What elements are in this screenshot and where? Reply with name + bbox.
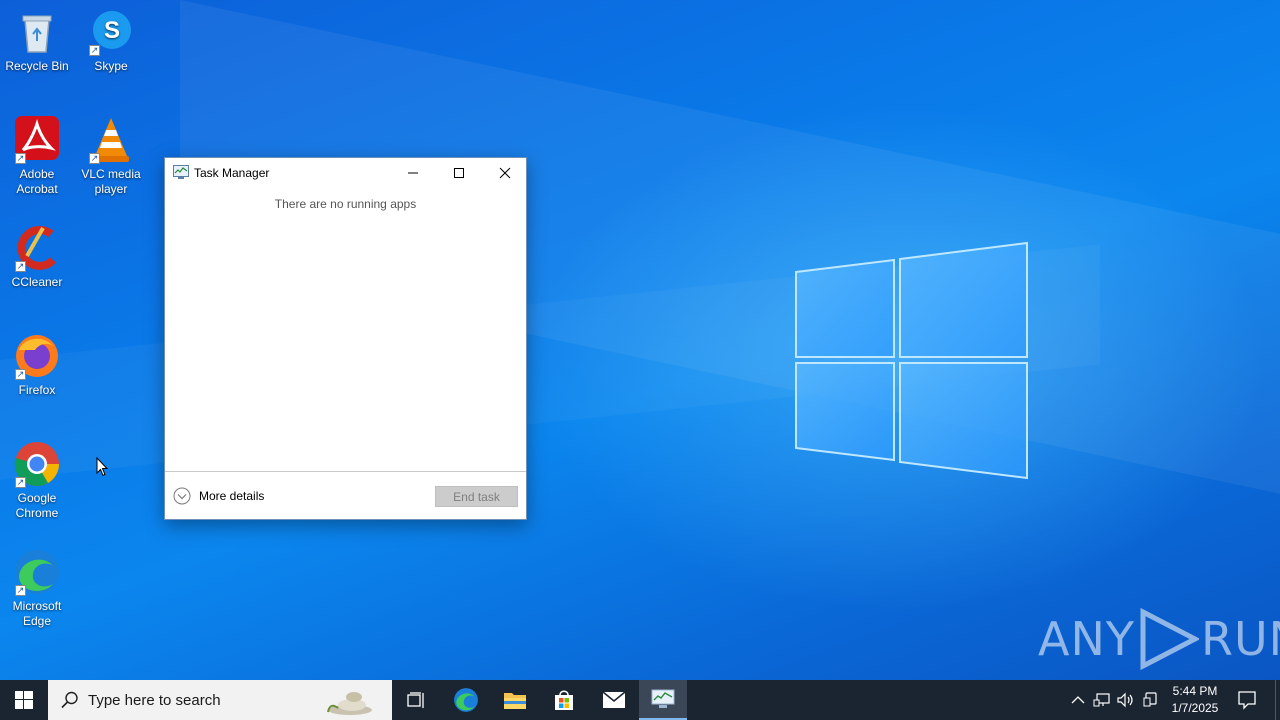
- maximize-icon: [454, 168, 464, 178]
- notification-center-icon[interactable]: [1236, 689, 1258, 711]
- clock-time: 5:44 PM: [1172, 684, 1218, 698]
- volume-tray-button[interactable]: [1116, 690, 1136, 710]
- desktop-icon-ccleaner[interactable]: ↗ CCleaner: [0, 224, 74, 290]
- anyrun-watermark: ANY RUN: [1038, 604, 1280, 674]
- taskbar-store[interactable]: [540, 680, 588, 720]
- windows-logo-wallpaper: [795, 241, 1028, 480]
- task-manager-icon: [651, 689, 675, 708]
- file-explorer-icon: [504, 693, 526, 709]
- edge-icon: [454, 688, 478, 712]
- show-desktop-button[interactable]: [1275, 680, 1280, 720]
- chevron-up-icon: [1071, 696, 1085, 704]
- more-details-button[interactable]: More details: [173, 487, 264, 505]
- desktop-icon-label: Recycle Bin: [5, 59, 69, 73]
- clock-date: 1/7/2025: [1171, 701, 1219, 715]
- desktop-icon-label: Google Chrome: [15, 491, 59, 520]
- more-details-label: More details: [199, 489, 265, 503]
- desktop-icon-label: Adobe Acrobat: [16, 167, 58, 196]
- search-icon: [61, 691, 78, 709]
- shortcut-arrow-icon: ↗: [15, 261, 26, 272]
- close-button[interactable]: [482, 158, 528, 188]
- desktop-icon-label: Skype: [94, 59, 128, 73]
- desktop-icon-chrome[interactable]: ↗ Google Chrome: [0, 440, 74, 521]
- svg-text:S: S: [104, 17, 120, 44]
- search-box[interactable]: Type here to search: [48, 680, 392, 720]
- windows-start-icon: [15, 691, 33, 709]
- show-hidden-icons-button[interactable]: [1068, 690, 1088, 710]
- network-icon: [1093, 693, 1110, 707]
- shortcut-arrow-icon: ↗: [15, 585, 26, 596]
- search-placeholder: Type here to search: [88, 691, 221, 709]
- shortcut-arrow-icon: ↗: [15, 477, 26, 488]
- close-icon: [499, 167, 511, 179]
- taskbar: Type here to search 5:44 PM 1/7/2025: [0, 680, 1280, 720]
- app-list: There are no running apps: [165, 188, 526, 471]
- search-highlight-stones-icon: [327, 692, 372, 715]
- empty-message: There are no running apps: [274, 197, 417, 211]
- play-triangle-icon: [1140, 608, 1199, 670]
- desktop-icon-label: CCleaner: [11, 275, 63, 289]
- end-task-button[interactable]: End task: [435, 486, 518, 507]
- minimize-icon: [408, 172, 418, 174]
- desktop-icon-edge[interactable]: ↗ Microsoft Edge: [0, 548, 74, 629]
- taskbar-edge[interactable]: [442, 680, 490, 720]
- mouse-cursor-icon: [96, 457, 108, 477]
- mail-icon: [602, 691, 626, 708]
- display-tray-button[interactable]: [1141, 690, 1161, 710]
- shortcut-arrow-icon: ↗: [89, 153, 100, 164]
- recycle-bin-icon: [22, 15, 52, 53]
- task-view-icon: [407, 692, 424, 708]
- task-view-button[interactable]: [392, 680, 440, 720]
- taskbar-task-manager[interactable]: [639, 680, 687, 720]
- desktop-icon-firefox[interactable]: ↗ Firefox: [0, 332, 74, 398]
- shortcut-arrow-icon: ↗: [15, 369, 26, 380]
- taskbar-mail[interactable]: [590, 680, 638, 720]
- chevron-down-icon: [173, 487, 191, 505]
- volume-icon: [1117, 692, 1133, 708]
- taskbar-clock[interactable]: 5:44 PM 1/7/2025: [1166, 683, 1224, 717]
- desktop-icon-recycle-bin[interactable]: Recycle Bin: [0, 8, 74, 74]
- desktop-icon-vlc[interactable]: ↗ VLC media player: [74, 116, 148, 197]
- window-title: Task Manager: [194, 166, 270, 180]
- desktop-icon-skype[interactable]: S ↗ Skype: [74, 8, 148, 74]
- watermark-text-left: ANY: [1038, 612, 1135, 666]
- store-icon: [555, 690, 573, 710]
- window-footer: More details End task: [165, 471, 526, 519]
- network-tray-button[interactable]: [1092, 690, 1112, 710]
- desktop-icon-adobe-acrobat[interactable]: ↗ Adobe Acrobat: [0, 116, 74, 197]
- maximize-button[interactable]: [436, 158, 482, 188]
- shortcut-arrow-icon: ↗: [15, 153, 26, 164]
- desktop-icon-label: VLC media player: [81, 167, 141, 196]
- start-button[interactable]: [0, 680, 48, 720]
- shortcut-arrow-icon: ↗: [89, 45, 100, 56]
- desktop-icon-label: Firefox: [18, 383, 56, 397]
- desktop-icon-label: Microsoft Edge: [12, 599, 62, 628]
- task-manager-window[interactable]: Task Manager There are no running apps M…: [164, 157, 527, 520]
- title-bar[interactable]: Task Manager: [165, 158, 526, 188]
- watermark-text-right: RUN: [1200, 612, 1280, 666]
- minimize-button[interactable]: [390, 158, 436, 188]
- task-manager-icon: [173, 165, 189, 179]
- taskbar-file-explorer[interactable]: [491, 680, 539, 720]
- monitor-icon: [1143, 692, 1157, 707]
